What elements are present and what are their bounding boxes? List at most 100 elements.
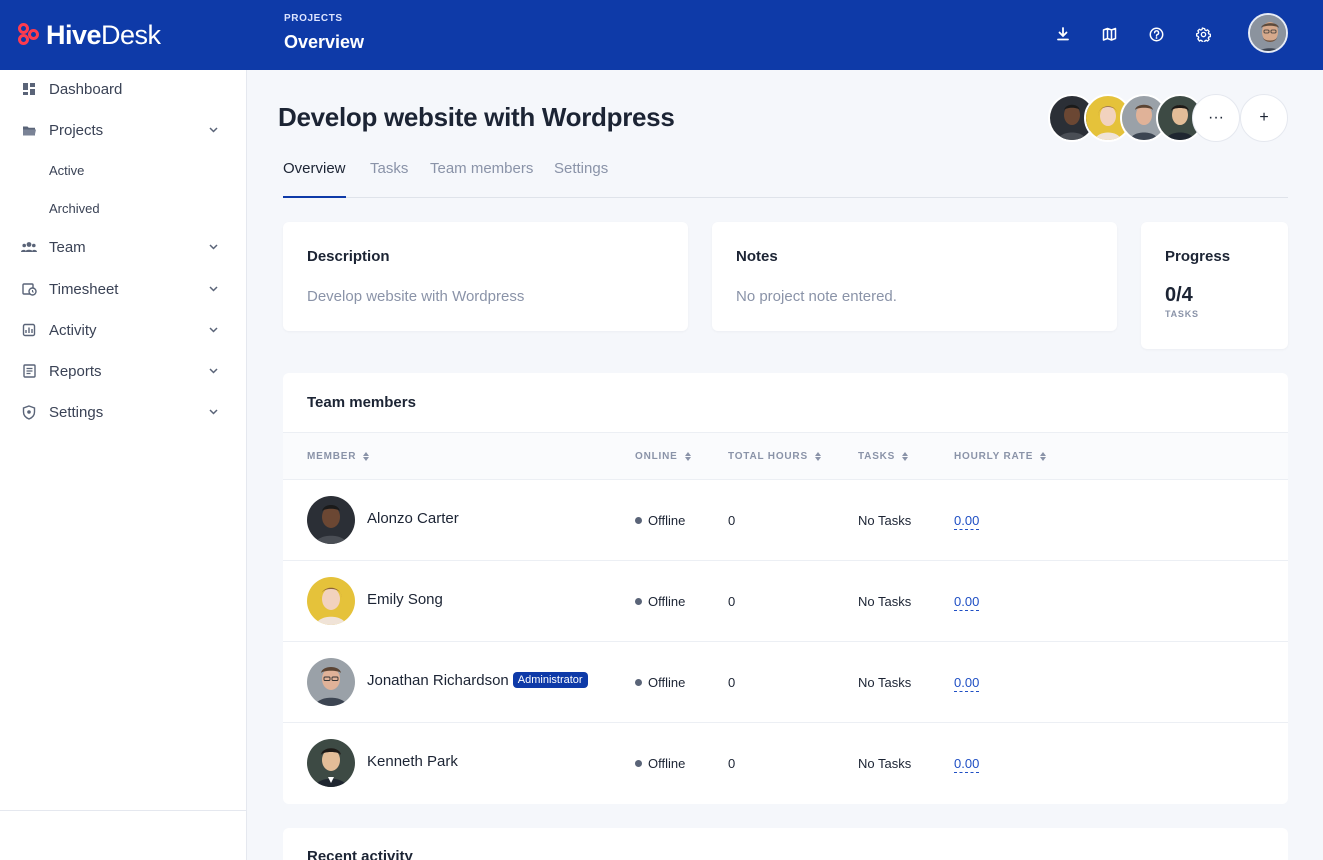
member-avatar-image <box>307 739 355 787</box>
user-avatar-image <box>1250 15 1286 51</box>
sidebar-item-timesheet[interactable]: Timesheet <box>0 274 246 304</box>
member-avatar-image <box>307 577 355 625</box>
top-header: HiveDesk PROJECTS Overview <box>0 0 1323 70</box>
plus-icon: + <box>1259 109 1269 126</box>
chevron-down-icon <box>207 324 219 336</box>
sidebar-subitem-active[interactable]: Active <box>49 163 84 178</box>
hourly-rate-edit[interactable]: 0.00 <box>954 675 980 692</box>
progress-title: Progress <box>1165 248 1231 265</box>
tasks-count: No Tasks <box>858 513 912 528</box>
sidebar-item-label: Team <box>49 238 86 256</box>
online-status: Offline <box>635 513 685 528</box>
project-tabs: Overview Tasks Team members Settings <box>283 150 1288 198</box>
chevron-down-icon <box>207 406 219 418</box>
sidebar-item-settings[interactable]: Settings <box>0 397 246 427</box>
sidebar-item-label: Dashboard <box>49 80 123 98</box>
help-button[interactable] <box>1145 23 1167 45</box>
tasks-count: No Tasks <box>858 675 912 690</box>
hivedesk-logo[interactable]: HiveDesk <box>18 20 161 50</box>
chevron-down-icon <box>207 283 219 295</box>
help-icon <box>1149 27 1163 41</box>
member-avatar[interactable] <box>307 496 355 544</box>
sidebar-item-label: Settings <box>49 403 104 421</box>
column-online[interactable]: ONLINE <box>635 451 691 462</box>
member-name[interactable]: Jonathan Richardson Administrator <box>367 672 588 689</box>
description-title: Description <box>307 248 390 265</box>
notes-card: Notes No project note entered. <box>712 222 1117 331</box>
user-avatar[interactable] <box>1248 13 1288 53</box>
online-status: Offline <box>635 675 685 690</box>
total-hours: 0 <box>728 675 736 690</box>
sidebar-item-label: Timesheet <box>49 280 119 298</box>
sidebar-subitem-archived[interactable]: Archived <box>49 201 100 216</box>
hourly-rate-edit[interactable]: 0.00 <box>954 756 980 773</box>
team-members-card: Team members MEMBER ONLINE TOTAL HOURS T… <box>283 373 1288 804</box>
hive-logo-icon <box>18 23 42 47</box>
sidebar: Dashboard Projects Active Archived Team … <box>0 70 247 860</box>
member-avatar[interactable] <box>307 658 355 706</box>
chevron-down-icon <box>207 124 219 136</box>
chevron-down-icon <box>207 365 219 377</box>
progress-unit: TASKS <box>1165 309 1199 319</box>
tab-team-members[interactable]: Team members <box>430 160 533 177</box>
folder-icon <box>21 122 37 138</box>
status-dot-icon <box>635 760 642 767</box>
table-row[interactable]: Kenneth Park Offline 0 No Tasks 0.00 <box>283 723 1288 804</box>
map-button[interactable] <box>1098 23 1120 45</box>
breadcrumb: PROJECTS Overview <box>284 13 364 53</box>
tab-tasks[interactable]: Tasks <box>370 160 408 177</box>
hourly-rate-edit[interactable]: 0.00 <box>954 594 980 611</box>
column-member[interactable]: MEMBER <box>307 451 370 462</box>
administrator-badge: Administrator <box>512 672 588 688</box>
brand-name-bold: Hive <box>46 19 102 50</box>
sidebar-divider <box>0 810 246 811</box>
sort-icon <box>814 452 821 461</box>
sidebar-item-activity[interactable]: Activity <box>0 315 246 345</box>
total-hours: 0 <box>728 756 736 771</box>
reports-icon <box>21 363 37 379</box>
gear-icon <box>1195 26 1211 42</box>
map-icon <box>1102 27 1116 41</box>
sidebar-item-team[interactable]: Team <box>0 232 246 262</box>
online-status: Offline <box>635 594 685 609</box>
column-tasks[interactable]: TASKS <box>858 451 909 462</box>
timesheet-icon <box>21 281 37 297</box>
brand-name-light: Desk <box>101 19 161 50</box>
chevron-down-icon <box>207 241 219 253</box>
column-hourly-rate[interactable]: HOURLY RATE <box>954 451 1047 462</box>
page-header-title: Overview <box>284 32 365 52</box>
team-icon <box>21 239 37 255</box>
table-header: MEMBER ONLINE TOTAL HOURS TASKS HOURLY R… <box>283 432 1288 480</box>
breadcrumb-section[interactable]: PROJECTS <box>284 13 364 24</box>
progress-value: 0/4 <box>1165 284 1193 306</box>
sort-icon <box>902 452 909 461</box>
sidebar-item-label: Projects <box>49 121 104 139</box>
column-total-hours[interactable]: TOTAL HOURS <box>728 451 821 462</box>
notes-text: No project note entered. <box>736 288 897 305</box>
more-icon: ··· <box>1208 109 1224 126</box>
sidebar-item-dashboard[interactable]: Dashboard <box>0 74 246 104</box>
sort-icon <box>1040 452 1047 461</box>
table-row[interactable]: Emily Song Offline 0 No Tasks 0.00 <box>283 561 1288 642</box>
member-name[interactable]: Alonzo Carter <box>367 510 459 527</box>
sidebar-item-projects[interactable]: Projects <box>0 115 246 145</box>
hourly-rate-edit[interactable]: 0.00 <box>954 513 980 530</box>
activity-icon <box>21 322 37 338</box>
recent-activity-title: Recent activity <box>307 848 413 860</box>
download-button[interactable] <box>1052 23 1074 45</box>
tab-overview[interactable]: Overview <box>283 160 346 177</box>
member-name[interactable]: Emily Song <box>367 591 443 608</box>
member-avatar[interactable] <box>307 577 355 625</box>
member-name[interactable]: Kenneth Park <box>367 753 458 770</box>
more-members-button[interactable]: ··· <box>1192 94 1240 142</box>
status-dot-icon <box>635 598 642 605</box>
table-row[interactable]: Alonzo Carter Offline 0 No Tasks 0.00 <box>283 480 1288 561</box>
member-avatar[interactable] <box>307 739 355 787</box>
total-hours: 0 <box>728 513 736 528</box>
sidebar-item-reports[interactable]: Reports <box>0 356 246 386</box>
description-card: Description Develop website with Wordpre… <box>283 222 688 331</box>
add-member-button[interactable]: + <box>1240 94 1288 142</box>
table-row[interactable]: Jonathan Richardson Administrator Offline… <box>283 642 1288 723</box>
tab-settings[interactable]: Settings <box>554 160 608 177</box>
settings-button[interactable] <box>1192 23 1214 45</box>
